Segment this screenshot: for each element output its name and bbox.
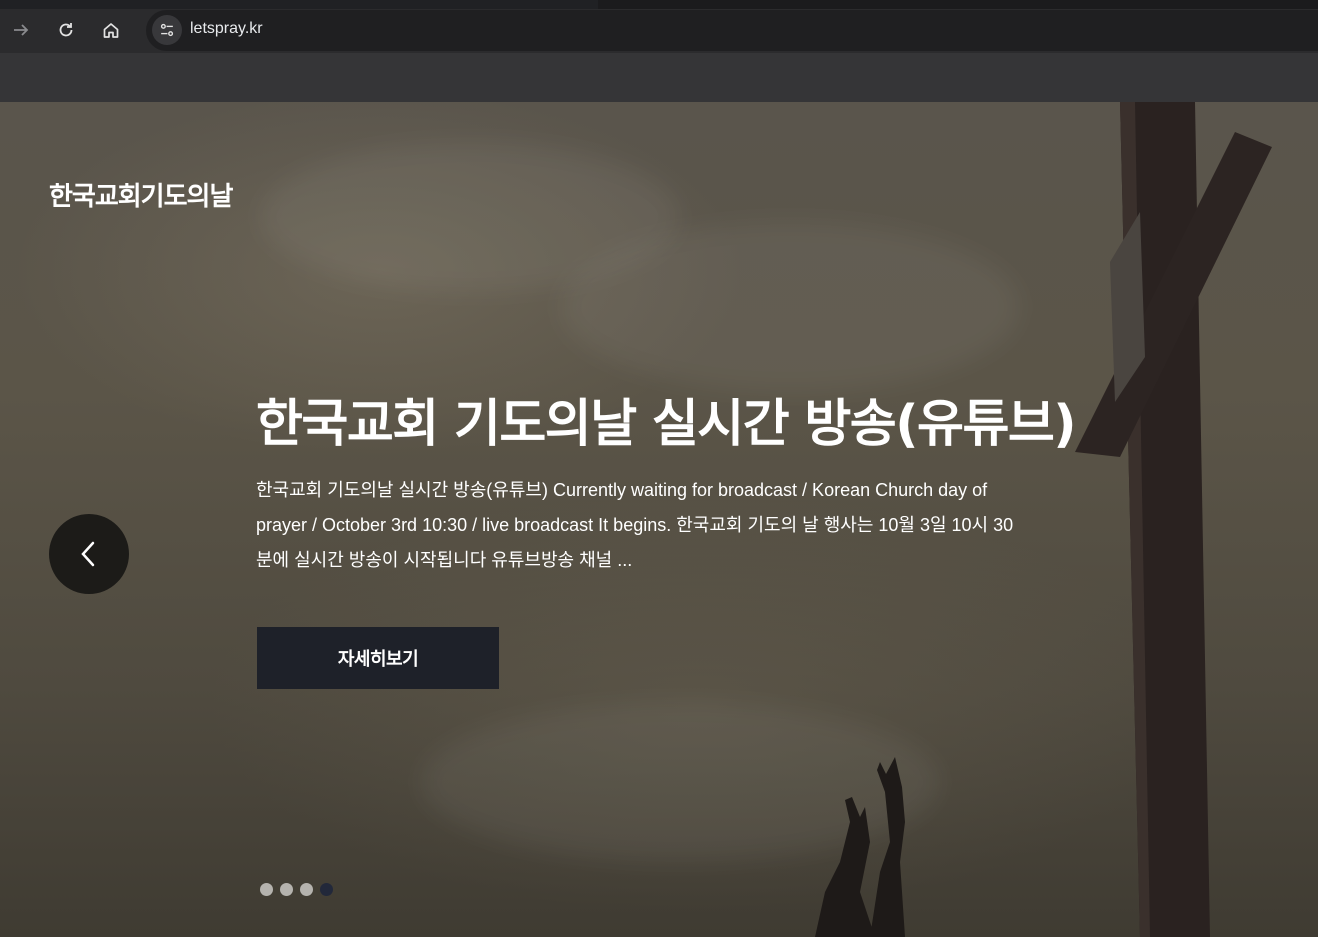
- reload-icon: [59, 23, 73, 37]
- slide-headline: 한국교회 기도의날 실시간 방송(유튜브): [256, 395, 1077, 454]
- hero-slider: 한국교회기도의날 한국교회 기도의날 실시간 방송(유튜브) 한국교회 기도의날…: [0, 102, 1318, 937]
- pagination-dot-1[interactable]: [260, 883, 273, 896]
- chevron-left-icon: [81, 541, 95, 567]
- url-text[interactable]: letspray.kr: [190, 20, 263, 38]
- reload-button[interactable]: [48, 12, 84, 48]
- slide-pagination: [260, 883, 333, 896]
- prev-slide-button[interactable]: [49, 514, 129, 594]
- arrow-right-icon: [14, 24, 29, 36]
- site-title[interactable]: 한국교회기도의날: [49, 176, 233, 213]
- forward-button[interactable]: [3, 12, 39, 48]
- tab-strip: [0, 0, 1318, 9]
- home-button[interactable]: [93, 12, 129, 48]
- tune-icon: [160, 23, 174, 37]
- view-details-button[interactable]: 자세히보기: [257, 627, 499, 689]
- pagination-dot-3[interactable]: [300, 883, 313, 896]
- browser-toolbar: letspray.kr: [0, 9, 1318, 53]
- pagination-dot-4[interactable]: [320, 883, 333, 896]
- site-info-button[interactable]: [152, 15, 182, 45]
- bookmark-bar: [0, 53, 1318, 102]
- home-icon: [103, 23, 119, 38]
- address-bar[interactable]: letspray.kr: [146, 10, 1318, 51]
- pagination-dot-2[interactable]: [280, 883, 293, 896]
- slide-description: 한국교회 기도의날 실시간 방송(유튜브) Currently waiting …: [256, 480, 1014, 570]
- browser-chrome: letspray.kr: [0, 0, 1318, 102]
